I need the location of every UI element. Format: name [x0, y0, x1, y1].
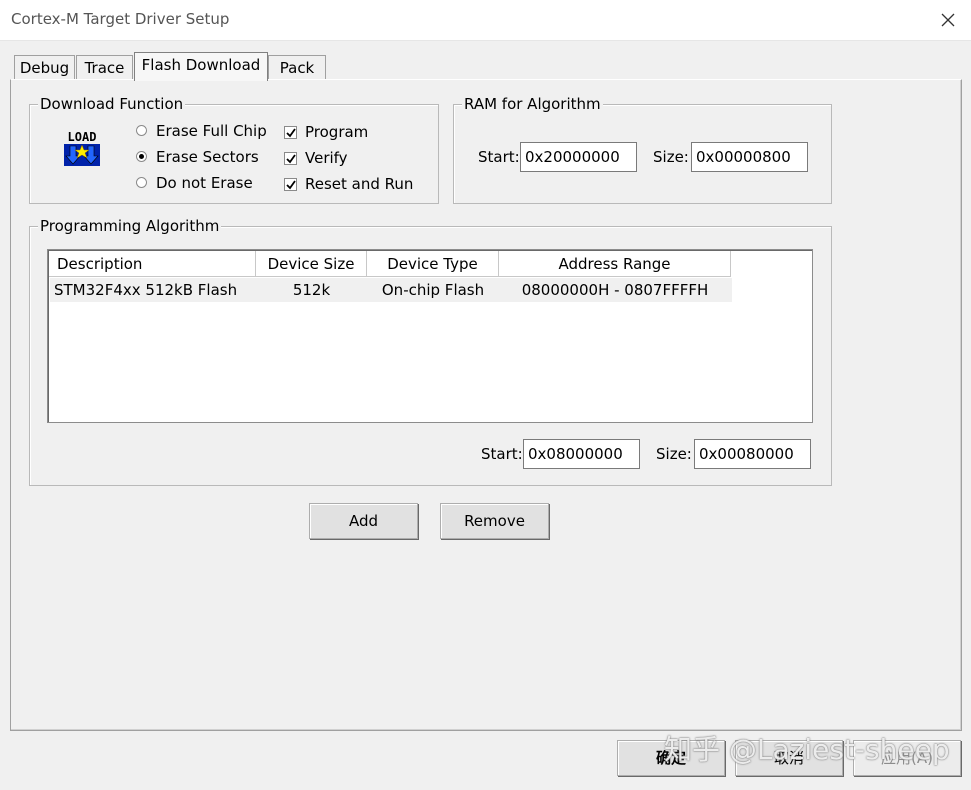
ram-start-label: Start:: [478, 148, 520, 166]
checkbox-verify-label: Verify: [305, 149, 348, 167]
tab-flash-download[interactable]: Flash Download: [134, 52, 268, 81]
close-button[interactable]: [925, 0, 971, 40]
prog-size-label: Size:: [656, 445, 692, 463]
tab-trace[interactable]: Trace: [76, 55, 133, 80]
radio-erase-sectors-label: Erase Sectors: [156, 148, 259, 166]
checkbox-reset-and-run[interactable]: [284, 178, 297, 191]
radio-do-not-erase-label: Do not Erase: [156, 174, 253, 192]
load-icon-text: LOAD: [68, 130, 97, 144]
cell-device-type: On-chip Flash: [381, 281, 485, 299]
radio-do-not-erase[interactable]: [136, 177, 147, 188]
column-header-description[interactable]: Description: [49, 251, 256, 277]
tab-pack[interactable]: Pack: [268, 55, 326, 80]
tab-debug[interactable]: Debug: [14, 55, 75, 80]
checkbox-reset-and-run-label: Reset and Run: [305, 175, 414, 193]
table-row[interactable]: STM32F4xx 512kB Flash 512k On-chip Flash…: [50, 278, 732, 302]
column-header-device-type[interactable]: Device Type: [367, 251, 499, 277]
radio-erase-sectors[interactable]: [136, 151, 147, 162]
algorithm-list[interactable]: Description Device Size Device Type Addr…: [47, 249, 813, 423]
load-icon: LOAD: [62, 128, 102, 168]
tab-flash-download-label: Flash Download: [141, 56, 261, 74]
ram-size-input[interactable]: 0x00000800: [691, 142, 808, 172]
checkmark-icon: [286, 128, 296, 138]
column-header-address-range[interactable]: Address Range: [499, 251, 731, 277]
programming-algorithm-title: Programming Algorithm: [38, 217, 222, 235]
prog-size-input[interactable]: 0x00080000: [694, 439, 811, 469]
window-title: Cortex-M Target Driver Setup: [11, 10, 230, 28]
title-bar: Cortex-M Target Driver Setup: [0, 0, 971, 41]
prog-start-label: Start:: [481, 445, 523, 463]
cell-address-range: 08000000H - 0807FFFFH: [521, 281, 709, 299]
ram-size-label: Size:: [653, 148, 689, 166]
checkbox-program-label: Program: [305, 123, 369, 141]
radio-erase-full-chip-label: Erase Full Chip: [156, 122, 267, 140]
add-button[interactable]: Add: [309, 503, 418, 539]
cell-description: STM32F4xx 512kB Flash: [54, 281, 238, 299]
checkbox-verify[interactable]: [284, 152, 297, 165]
remove-button[interactable]: Remove: [440, 503, 549, 539]
checkmark-icon: [286, 154, 296, 164]
checkbox-program[interactable]: [284, 126, 297, 139]
prog-start-input[interactable]: 0x08000000: [523, 439, 640, 469]
ram-start-input[interactable]: 0x20000000: [520, 142, 637, 172]
checkmark-icon: [286, 180, 296, 190]
close-icon: [941, 13, 955, 27]
ram-group-title: RAM for Algorithm: [462, 95, 603, 113]
tab-debug-label: Debug: [19, 59, 70, 77]
download-function-title: Download Function: [38, 95, 186, 113]
column-header-device-size[interactable]: Device Size: [256, 251, 367, 277]
watermark: 知乎 @Laziest-sheep: [664, 733, 950, 766]
tab-pack-label: Pack: [279, 59, 315, 77]
cell-device-size: 512k: [292, 281, 331, 299]
tab-trace-label: Trace: [84, 59, 125, 77]
radio-erase-full-chip[interactable]: [136, 125, 147, 136]
